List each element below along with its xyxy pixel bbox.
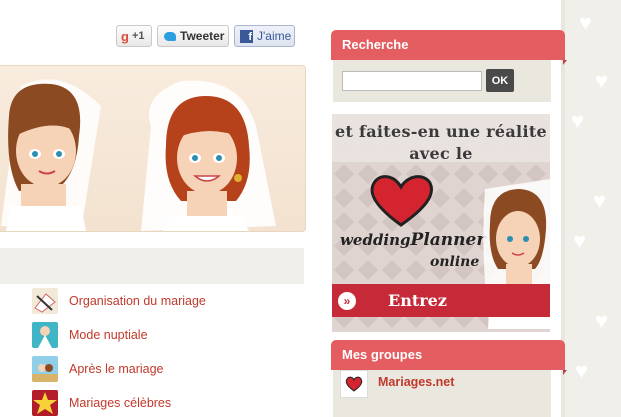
tweet-label: Tweeter — [180, 29, 225, 43]
heart-pattern-icon: ♥ — [595, 308, 609, 333]
brand-online: online — [430, 254, 480, 270]
after-wedding-icon — [32, 356, 58, 382]
background-pattern: ♥ ♥ ♥ ♥ ♥ ♥ ♥ — [561, 0, 621, 417]
hero-banner — [0, 65, 306, 232]
enter-button[interactable]: » Entrez — [332, 284, 550, 317]
brand-planner: Planner — [410, 230, 486, 250]
heart-pattern-icon: ♥ — [579, 10, 593, 35]
category-label: Mode nuptiale — [69, 328, 148, 342]
heart-pattern-icon: ♥ — [575, 358, 589, 383]
organisation-icon — [32, 288, 58, 314]
section-header — [0, 248, 304, 284]
ad-brand: weddingPlanner — [340, 230, 485, 250]
twitter-bird-icon — [164, 31, 176, 41]
bridal-fashion-icon — [32, 322, 58, 348]
brand-wedding: wedding — [340, 231, 411, 249]
search-input[interactable] — [342, 71, 482, 91]
category-label: Après le mariage — [69, 362, 164, 376]
enter-label: Entrez — [388, 291, 447, 310]
heart-logo-icon — [370, 175, 433, 227]
heart-pattern-icon: ♥ — [595, 68, 609, 93]
search-panel-title: Recherche — [331, 30, 567, 65]
heart-pattern-icon: ♥ — [573, 228, 587, 253]
groups-panel-title: Mes groupes — [331, 340, 567, 375]
search-button[interactable]: OK — [486, 69, 514, 92]
google-plus-button[interactable]: g +1 — [116, 25, 152, 47]
chevron-right-icon: » — [338, 291, 356, 310]
category-label: Mariages célèbres — [69, 396, 172, 410]
group-item-mariages-net[interactable]: Mariages.net — [340, 370, 454, 398]
group-label: Mariages.net — [378, 375, 455, 389]
tweet-button[interactable]: Tweeter — [157, 25, 229, 47]
category-mariages-celebres[interactable]: Mariages célèbres — [32, 390, 171, 416]
ad-headline: et faites-en une réalite — [335, 122, 547, 141]
heart-pattern-icon: ♥ — [593, 188, 607, 213]
facebook-icon: f — [240, 29, 253, 43]
facebook-like-button[interactable]: f J'aime — [234, 25, 295, 47]
google-plus-icon: g — [121, 28, 129, 44]
category-label: Organisation du mariage — [69, 294, 206, 308]
ad-subheadline: avec le — [409, 144, 473, 163]
heart-icon — [340, 370, 368, 398]
category-organisation[interactable]: Organisation du mariage — [32, 288, 206, 314]
category-apres-mariage[interactable]: Après le mariage — [32, 356, 164, 382]
like-label: J'aime — [257, 29, 292, 43]
google-plus-label: +1 — [131, 30, 145, 42]
wedding-planner-ad[interactable]: et faites-en une réalite avec le wedding… — [332, 114, 550, 332]
heart-pattern-icon: ♥ — [571, 108, 585, 133]
brides-illustration — [1, 79, 276, 231]
category-mode-nuptiale[interactable]: Mode nuptiale — [32, 322, 148, 348]
category-list: Organisation du mariage Mode nuptiale Ap… — [0, 284, 304, 417]
star-icon — [32, 390, 58, 416]
